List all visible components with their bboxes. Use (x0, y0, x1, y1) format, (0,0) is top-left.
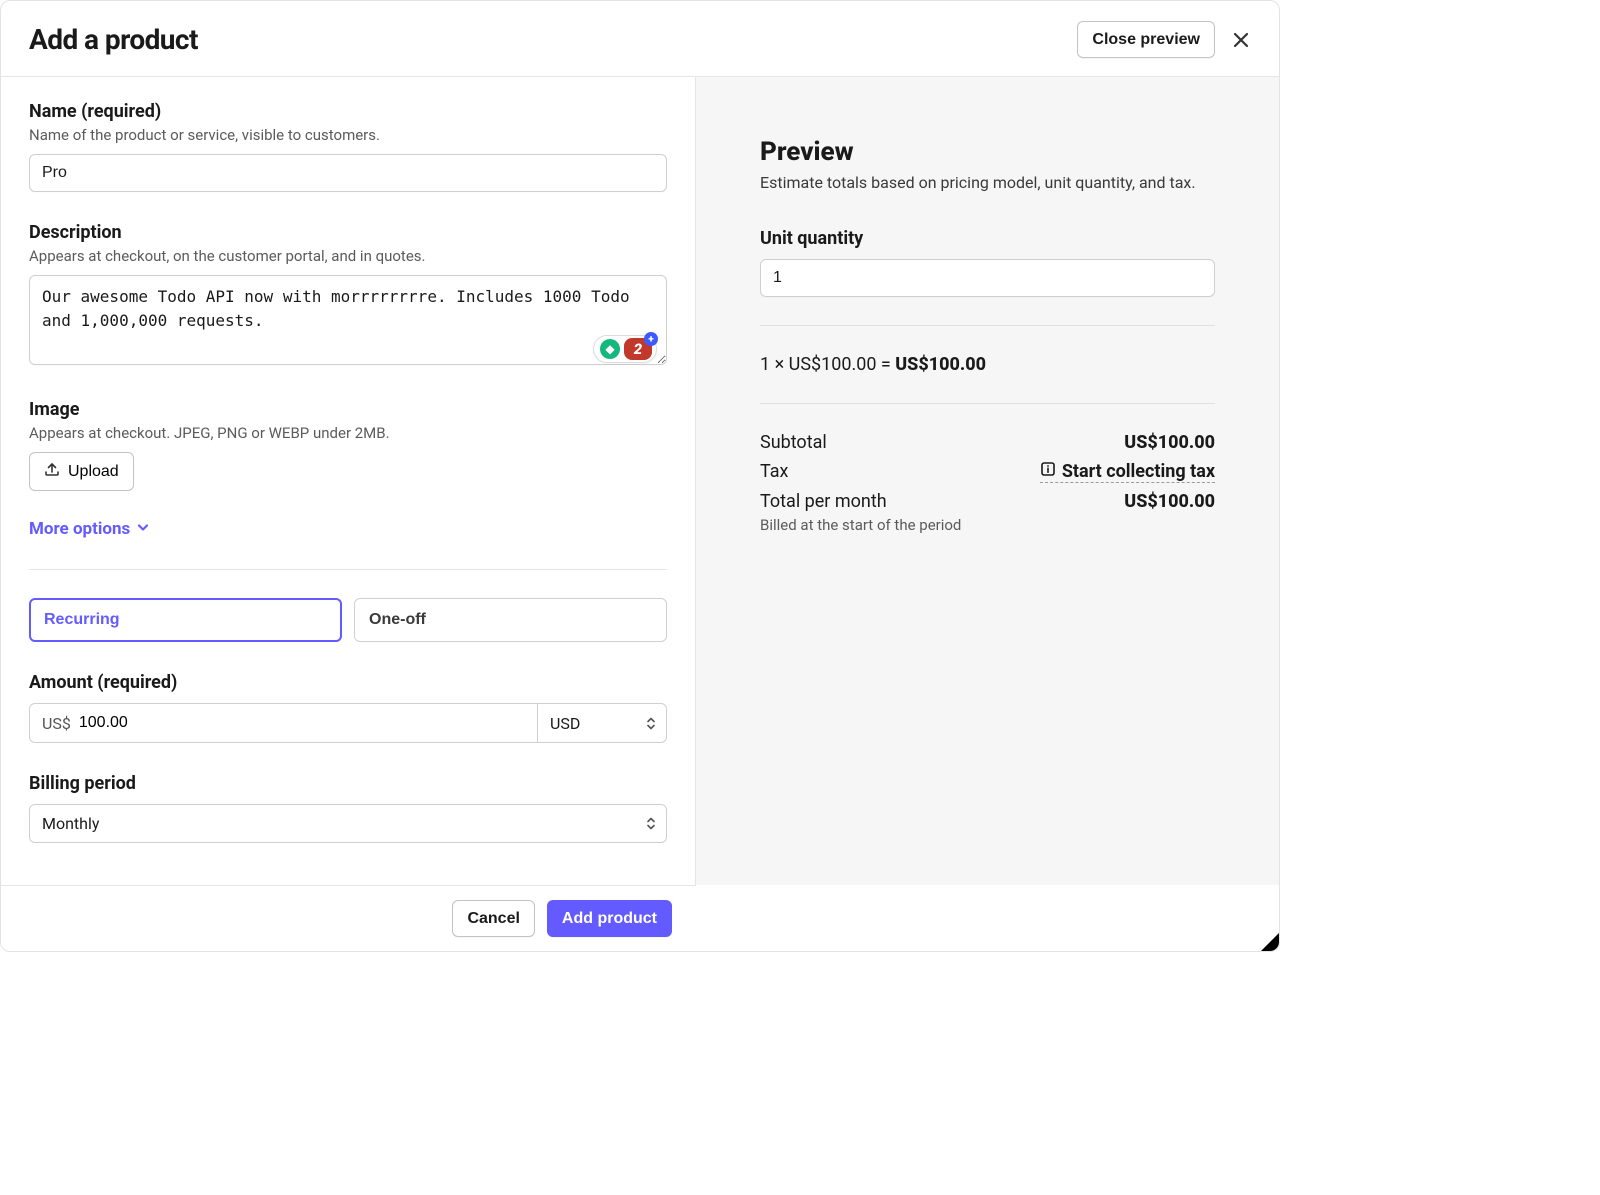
header-actions: Close preview (1077, 21, 1251, 58)
tax-row: Tax Start collecting tax (760, 461, 1215, 483)
preview-line: 1 × US$100.00 = US$100.00 (760, 354, 1215, 375)
amount-label: Amount (required) (29, 672, 667, 693)
total-row: Total per month US$100.00 (760, 491, 1215, 512)
description-label: Description (29, 222, 667, 243)
more-options-toggle[interactable]: More options (29, 519, 150, 539)
preview-sub: Estimate totals based on pricing model, … (760, 173, 1215, 192)
description-input[interactable] (29, 275, 667, 365)
more-options-label: More options (29, 519, 130, 539)
start-collecting-tax-link[interactable]: Start collecting tax (1040, 461, 1215, 483)
billing-period-label: Billing period (29, 773, 667, 794)
plus-icon: + (644, 332, 658, 346)
chevron-down-icon (136, 519, 150, 539)
cancel-button[interactable]: Cancel (452, 900, 534, 937)
billing-period-value: Monthly (42, 814, 99, 833)
grammar-widget[interactable]: ◆ 2 + (593, 335, 657, 363)
close-icon[interactable] (1231, 30, 1251, 50)
grammar-count-badge: 2 + (624, 338, 652, 360)
billed-note: Billed at the start of the period (760, 516, 1215, 534)
subtotal-value: US$100.00 (1124, 432, 1215, 453)
total-label: Total per month (760, 491, 887, 512)
billing-period-select[interactable]: Monthly (29, 804, 667, 843)
preview-pane: Preview Estimate totals based on pricing… (696, 77, 1279, 885)
description-help: Appears at checkout, on the customer por… (29, 247, 667, 265)
description-wrap: ◆ 2 + (29, 275, 667, 369)
image-section: Image Appears at checkout. JPEG, PNG or … (29, 399, 667, 491)
upload-label: Upload (68, 463, 119, 481)
preview-line-prefix: 1 × US$100.00 = (760, 354, 895, 375)
pricing-type-one-off[interactable]: One-off (354, 598, 667, 642)
divider (29, 569, 667, 570)
select-chevron-icon (646, 817, 656, 830)
subtotal-label: Subtotal (760, 432, 827, 453)
preview-divider (760, 403, 1215, 404)
pricing-type-recurring[interactable]: Recurring (29, 598, 342, 642)
subtotal-row: Subtotal US$100.00 (760, 432, 1215, 453)
add-product-button[interactable]: Add product (547, 900, 672, 937)
preview-divider (760, 325, 1215, 326)
unit-quantity-input[interactable] (760, 259, 1215, 297)
description-section: Description Appears at checkout, on the … (29, 222, 667, 369)
amount-input-wrap[interactable]: US$ (29, 703, 537, 743)
currency-select[interactable]: USD (537, 703, 667, 743)
amount-input[interactable] (79, 704, 525, 742)
tax-label: Tax (760, 461, 788, 483)
preview-title: Preview (760, 137, 1215, 167)
upload-icon (44, 461, 60, 482)
modal-header: Add a product Close preview (1, 1, 1279, 77)
amount-row: US$ USD (29, 703, 667, 743)
name-input[interactable] (29, 154, 667, 192)
grammar-count: 2 (634, 340, 642, 358)
currency-prefix: US$ (42, 714, 71, 733)
total-value: US$100.00 (1124, 491, 1215, 512)
form-pane: Name (required) Name of the product or s… (1, 77, 696, 885)
name-label: Name (required) (29, 101, 667, 122)
currency-value: USD (550, 714, 580, 733)
name-help: Name of the product or service, visible … (29, 126, 667, 144)
tax-link-text: Start collecting tax (1062, 461, 1215, 482)
add-product-modal: Add a product Close preview Name (requir… (0, 0, 1280, 952)
modal-body: Name (required) Name of the product or s… (1, 77, 1279, 885)
name-section: Name (required) Name of the product or s… (29, 101, 667, 192)
upload-button[interactable]: Upload (29, 452, 134, 491)
amount-section: Amount (required) US$ USD (29, 672, 667, 743)
select-chevron-icon (646, 717, 656, 730)
image-label: Image (29, 399, 667, 420)
grammar-gem-icon: ◆ (600, 339, 620, 359)
modal-footer: Cancel Add product (1, 885, 696, 951)
preview-line-total: US$100.00 (895, 354, 986, 375)
image-help: Appears at checkout. JPEG, PNG or WEBP u… (29, 424, 667, 442)
close-preview-button[interactable]: Close preview (1077, 21, 1215, 58)
pricing-type-segment: Recurring One-off (29, 598, 667, 642)
unit-quantity-label: Unit quantity (760, 228, 1215, 249)
info-icon (1040, 461, 1056, 482)
resize-corner-icon[interactable] (1261, 933, 1279, 951)
billing-period-section: Billing period Monthly (29, 773, 667, 843)
modal-title: Add a product (29, 23, 198, 56)
